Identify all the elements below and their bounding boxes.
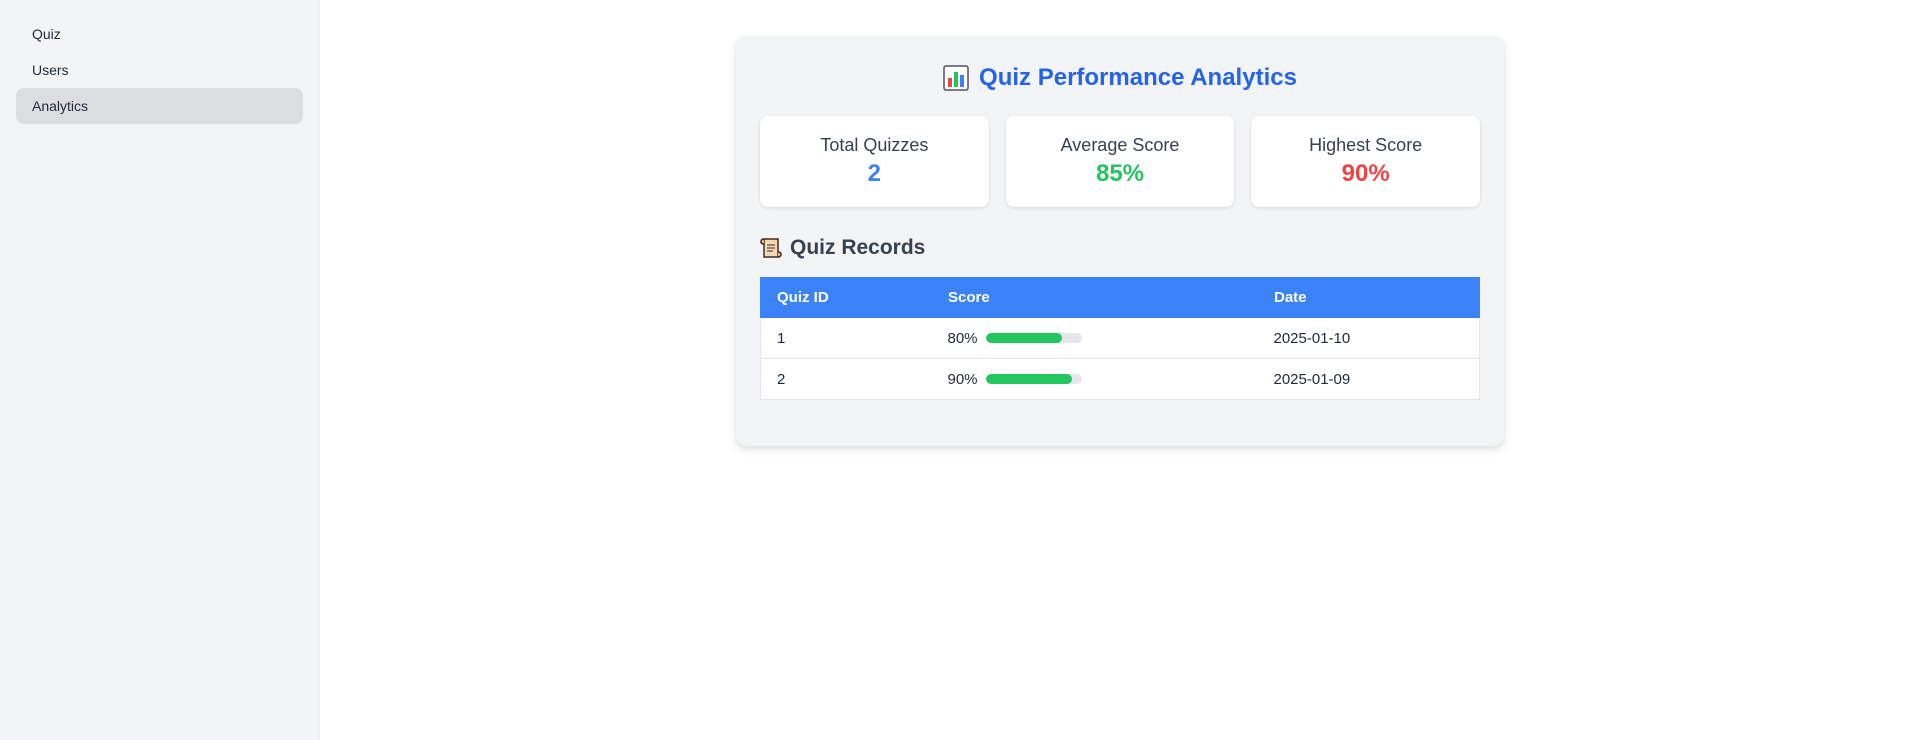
sidebar: Quiz Users Analytics (0, 0, 320, 740)
cell-date: 2025-01-09 (1257, 358, 1480, 400)
sidebar-item-quiz[interactable]: Quiz (16, 16, 303, 52)
page-title-text: Quiz Performance Analytics (979, 64, 1297, 91)
table-row: 2 90% 2025-01-09 (760, 358, 1480, 400)
bar-chart-icon (943, 65, 969, 91)
table-row: 1 80% 2025-01-10 (760, 317, 1480, 359)
records-section-title: Quiz Records (760, 233, 1480, 263)
cell-score: 80% (931, 317, 1258, 359)
stat-value: 2 (867, 160, 882, 187)
stat-card-highest-score: Highest Score 90% (1251, 116, 1481, 207)
stat-card-total-quizzes: Total Quizzes 2 (760, 116, 989, 207)
stat-label: Average Score (1060, 135, 1180, 155)
stats-row: Total Quizzes 2 Average Score 85% Highes… (760, 116, 1481, 207)
column-header-quiz-id: Quiz ID (760, 277, 932, 318)
page-title: Quiz Performance Analytics (760, 60, 1480, 96)
score-progress-fill (985, 333, 1063, 343)
cell-score: 90% (931, 358, 1258, 400)
cell-date: 2025-01-10 (1257, 317, 1480, 359)
analytics-card: Quiz Performance Analytics Total Quizzes… (736, 36, 1504, 446)
cell-quiz-id: 2 (760, 358, 932, 400)
stat-value: 90% (1341, 160, 1390, 187)
score-progress-bar (985, 333, 1082, 343)
records-title-text: Quiz Records (790, 236, 926, 259)
score-label: 90% (947, 370, 978, 388)
score-label: 80% (947, 329, 978, 347)
stat-label: Highest Score (1309, 135, 1423, 155)
cell-quiz-id: 1 (760, 317, 932, 359)
stat-value: 85% (1095, 160, 1145, 187)
column-header-date: Date (1257, 277, 1480, 318)
score-progress-bar (985, 374, 1082, 384)
table-header-row: Quiz ID Score Date (760, 277, 1480, 318)
records-table: Quiz ID Score Date 1 80% 2025-01-10 2 90… (760, 277, 1480, 400)
scroll-icon (760, 238, 782, 258)
score-progress-fill (985, 374, 1072, 384)
main-content: Quiz Performance Analytics Total Quizzes… (320, 0, 1919, 740)
column-header-score: Score (931, 277, 1258, 318)
stat-label: Total Quizzes (820, 135, 929, 155)
sidebar-item-analytics[interactable]: Analytics (16, 88, 303, 124)
app-root: Quiz Users Analytics Quiz Performance An… (0, 0, 1919, 740)
sidebar-item-users[interactable]: Users (16, 52, 303, 88)
stat-card-average-score: Average Score 85% (1005, 116, 1235, 207)
